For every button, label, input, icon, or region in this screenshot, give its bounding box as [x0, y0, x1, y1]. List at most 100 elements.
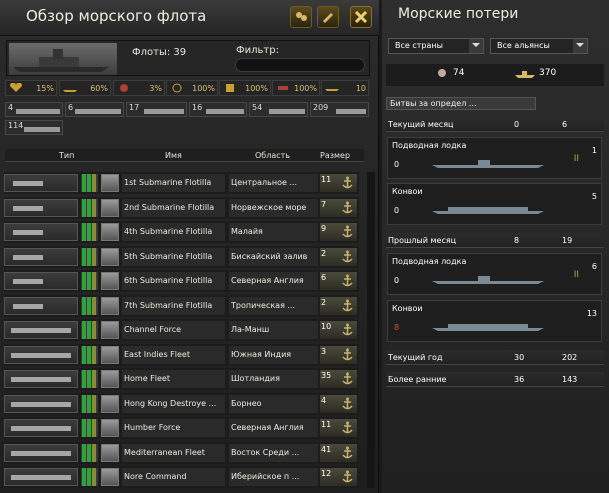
stat-organization: 60%	[59, 80, 111, 96]
fleet-name[interactable]: 6th Submarine Flotilla	[122, 272, 225, 290]
fleet-row[interactable]: Mediterranean Fleet Восток Среди ... 41	[4, 441, 359, 464]
fleet-name[interactable]: 1st Submarine Flotilla	[122, 174, 225, 192]
close-button[interactable]	[350, 6, 372, 28]
earlier-header[interactable]: Более ранние 36 143	[386, 372, 604, 387]
edit-button[interactable]	[317, 6, 339, 28]
fleet-name[interactable]: Nore Command	[122, 468, 225, 486]
fleet-row[interactable]: 6th Submarine Flotilla Северная Англия 6	[4, 270, 359, 292]
admiral-portrait[interactable]	[101, 272, 119, 290]
ship-type-chip[interactable]: 16	[189, 102, 247, 117]
ship-type-icon	[4, 345, 78, 364]
battle-card-convoy[interactable]: Конвои 0 5	[387, 183, 602, 225]
admiral-portrait[interactable]	[101, 198, 119, 217]
admiral-portrait[interactable]	[101, 443, 119, 462]
fleet-name[interactable]: East Indies Fleet	[122, 345, 225, 364]
ship-type-chip[interactable]: 6	[65, 102, 124, 117]
fleet-name[interactable]: Hong Kong Destroye ...	[122, 394, 225, 413]
fleet-row[interactable]: Channel Force Ла-Манш 10	[4, 319, 359, 341]
fleet-area: Восток Среди ...	[229, 443, 318, 462]
admiral-portrait[interactable]	[101, 394, 119, 413]
ship-type-chip[interactable]: 17	[126, 102, 187, 117]
country-select[interactable]: Все страны	[388, 38, 484, 54]
fleet-row[interactable]: 4th Submarine Flotilla Малайя 9	[4, 221, 359, 243]
battle-card-convoy[interactable]: Конвои 8 13	[387, 300, 602, 342]
anchor-icon[interactable]	[341, 348, 354, 362]
fleet-status-bars	[81, 198, 98, 217]
fleet-row[interactable]: East Indies Fleet Южная Индия 3	[4, 343, 359, 366]
pencil-icon	[323, 13, 333, 23]
anchor-icon[interactable]	[341, 397, 354, 411]
current-month-header[interactable]: Текущий месяц 0 6	[386, 117, 604, 132]
anchor-icon[interactable]	[341, 176, 354, 190]
fleet-row[interactable]: Humber Force Северная Англия 11	[4, 417, 359, 439]
anchor-icon[interactable]	[341, 250, 354, 264]
ship-type-chip[interactable]: 54	[249, 102, 308, 117]
anchor-icon[interactable]	[341, 299, 354, 313]
col-name[interactable]: Имя	[165, 151, 182, 160]
fleet-name[interactable]: 7th Submarine Flotilla	[122, 296, 225, 315]
anchor-icon[interactable]	[341, 201, 354, 215]
admiral-portrait[interactable]	[101, 174, 119, 192]
fleet-row[interactable]: 2nd Submarine Flotilla Норвежское море 7	[4, 196, 359, 219]
ship-silhouette-icon	[24, 127, 60, 132]
admiral-portrait[interactable]	[101, 247, 119, 266]
fleet-name[interactable]: Mediterranean Fleet	[122, 443, 225, 462]
fleet-name[interactable]: Home Fleet	[122, 370, 225, 388]
fleet-row[interactable]: Nore Command Иберийское п ... 12	[4, 466, 359, 488]
filter-input[interactable]	[235, 58, 365, 72]
anchor-icon[interactable]	[341, 274, 354, 288]
ship-type-chip[interactable]: 114	[5, 120, 63, 135]
fleet-row[interactable]: 5th Submarine Flotilla Бискайский залив 2	[4, 245, 359, 268]
fleet-size: 11	[320, 174, 357, 192]
fleet-row[interactable]: Home Fleet Шотландия 35	[4, 368, 359, 390]
col-area[interactable]: Область	[255, 151, 290, 160]
ship-silhouette-icon	[144, 109, 184, 114]
current-year-header[interactable]: Текущий год 30 202	[386, 350, 604, 365]
anchor-icon[interactable]	[341, 470, 354, 484]
repair-icon	[278, 86, 288, 90]
fleet-name[interactable]: 2nd Submarine Flotilla	[122, 198, 225, 217]
admiral-portrait[interactable]	[101, 223, 119, 241]
ship-type-icon	[4, 223, 78, 241]
admiral-portrait[interactable]	[101, 321, 119, 339]
admiral-portrait[interactable]	[101, 345, 119, 364]
alliance-select[interactable]: Все альянсы	[490, 38, 588, 54]
col-size[interactable]: Размер	[320, 151, 350, 160]
fleet-list-scrollbar[interactable]	[367, 172, 375, 488]
col-type[interactable]: Тип	[59, 151, 74, 160]
tab-battles[interactable]: Битвы за определ ...	[386, 97, 536, 110]
ship-silhouette-icon	[515, 71, 535, 78]
ship-type-icon	[4, 296, 78, 315]
ship-type-chip[interactable]: 209	[310, 102, 369, 117]
admiral-portrait[interactable]	[101, 296, 119, 315]
fleet-row[interactable]: 7th Submarine Flotilla Тропическая ... 2	[4, 294, 359, 317]
sort-button[interactable]	[290, 6, 312, 28]
battle-card-submarine[interactable]: Подводная лодка 0 II 6	[387, 253, 602, 295]
admiral-portrait[interactable]	[101, 370, 119, 388]
last-month-header[interactable]: Прошлый месяц 8 19	[386, 233, 604, 248]
fleet-row[interactable]: Hong Kong Destroye ... Борнео 4	[4, 392, 359, 415]
fleet-name[interactable]: 4th Submarine Flotilla	[122, 223, 225, 241]
rank-icon: II	[573, 270, 579, 280]
fleet-row[interactable]: 1st Submarine Flotilla Центральное ... 11	[4, 172, 359, 194]
panel-title: Обзор морского флота	[26, 7, 207, 25]
fleet-name[interactable]: Channel Force	[122, 321, 225, 339]
fleet-size: 35	[320, 370, 357, 388]
fleet-size: 4	[320, 394, 357, 413]
anchor-icon[interactable]	[341, 323, 354, 337]
chevron-down-icon	[573, 39, 587, 53]
fleet-name[interactable]: 5th Submarine Flotilla	[122, 247, 225, 266]
admiral-portrait[interactable]	[101, 468, 119, 486]
fleet-size: 2	[320, 296, 357, 315]
anchor-icon[interactable]	[341, 225, 354, 239]
fleet-size: 6	[320, 272, 357, 290]
admiral-portrait[interactable]	[101, 419, 119, 437]
battle-card-submarine[interactable]: Подводная лодка 0 II 1	[387, 137, 602, 179]
anchor-icon[interactable]	[341, 372, 354, 386]
anchor-icon[interactable]	[341, 446, 354, 460]
anchor-icon[interactable]	[341, 421, 354, 435]
ship-type-chip[interactable]: 4	[5, 102, 63, 117]
fleet-size: 7	[320, 198, 357, 217]
ship-silhouette-icon	[206, 109, 244, 114]
fleet-name[interactable]: Humber Force	[122, 419, 225, 437]
